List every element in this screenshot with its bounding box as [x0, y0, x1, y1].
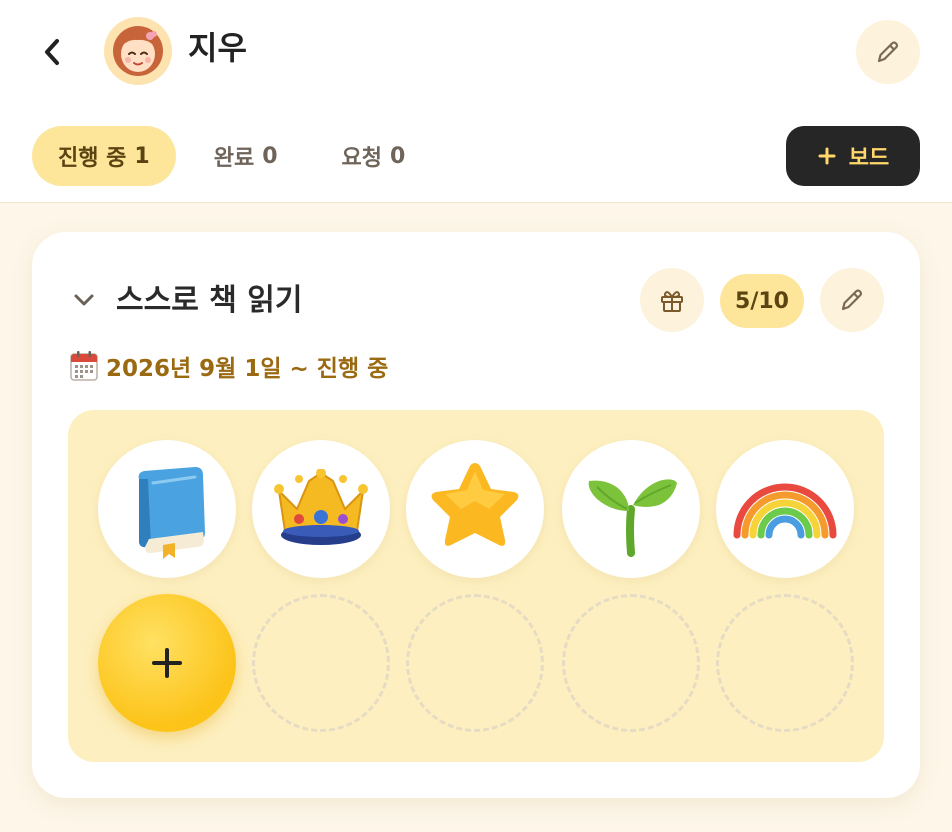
date-row: 2026년 9월 1일 ~ 진행 중: [70, 346, 388, 386]
girl-avatar-icon: [113, 26, 163, 76]
sticker-slot[interactable]: [406, 440, 544, 578]
tab-requests[interactable]: 요청 0: [316, 126, 432, 186]
collapse-button[interactable]: [68, 284, 100, 316]
tab-completed[interactable]: 완료 0: [188, 126, 304, 186]
sticker-slot[interactable]: [716, 440, 854, 578]
plus-icon: [152, 648, 182, 678]
edit-profile-button[interactable]: [856, 20, 920, 84]
gift-icon: [661, 291, 683, 312]
book-icon: [138, 467, 205, 559]
add-sticker-button[interactable]: [98, 594, 236, 732]
profile-name: 지우: [188, 29, 247, 67]
star-icon: [431, 463, 519, 546]
edit-board-button[interactable]: [820, 268, 884, 332]
empty-sticker-slot: [562, 594, 700, 732]
pencil-icon: [877, 41, 899, 63]
chevron-down-icon: [74, 294, 94, 306]
reward-button[interactable]: [640, 268, 704, 332]
tab-in-progress[interactable]: 진행 중 1: [32, 126, 176, 186]
add-board-label: 보드: [848, 146, 890, 171]
tab-count: 0: [389, 143, 406, 169]
sticker-slot[interactable]: [98, 440, 236, 578]
progress-badge: 5/10: [720, 274, 804, 328]
tab-count: 0: [262, 143, 278, 169]
tab-label: 완료: [213, 146, 255, 171]
add-board-button[interactable]: 보드: [786, 126, 920, 186]
chevron-left-icon: [45, 39, 59, 65]
board-card: 스스로 책 읽기 5/10 2026년 9월 1일 ~ 진행 중: [32, 232, 920, 798]
date-text: 2026년 9월 1일 ~ 진행 중: [106, 356, 389, 382]
empty-sticker-slot: [716, 594, 854, 732]
sprout-icon: [588, 479, 677, 557]
avatar: [104, 17, 172, 85]
board-title: 스스로 책 읽기: [116, 283, 303, 318]
tab-count: 1: [134, 143, 150, 169]
tab-label: 요청: [341, 146, 382, 171]
sticker-slot[interactable]: [562, 440, 700, 578]
back-button[interactable]: [30, 28, 74, 76]
empty-sticker-slot: [406, 594, 544, 732]
sticker-board: [68, 410, 884, 762]
calendar-icon: [70, 351, 98, 381]
plus-icon: [818, 147, 836, 165]
status-tabs: 진행 중 1 완료 0 요청 0: [32, 126, 443, 186]
pencil-icon: [841, 289, 863, 311]
empty-sticker-slot: [252, 594, 390, 732]
rainbow-icon: [733, 483, 837, 539]
crown-icon: [274, 469, 368, 545]
tab-label: 진행 중: [58, 146, 127, 171]
top-bar: 지우 진행 중 1 완료 0 요청 0 보드: [0, 0, 952, 203]
sticker-slot[interactable]: [252, 440, 390, 578]
